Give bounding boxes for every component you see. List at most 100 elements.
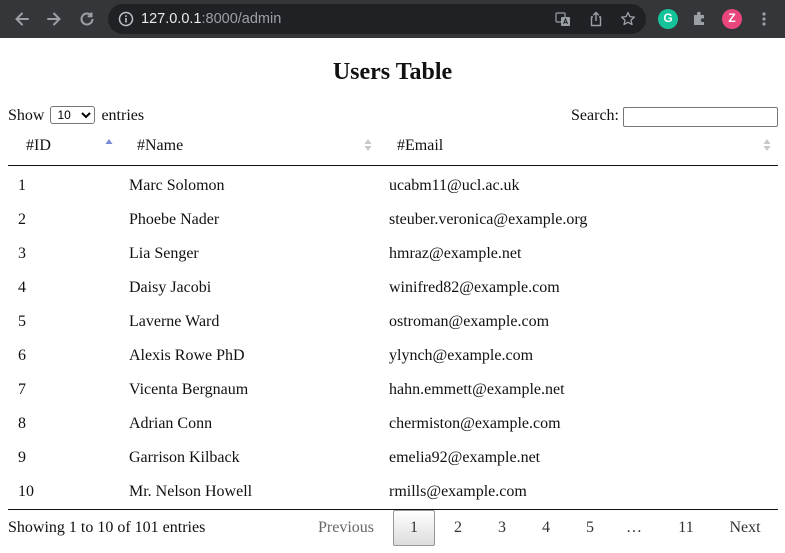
- page-title: Users Table: [332, 59, 453, 85]
- cell-id-text: 2: [18, 211, 26, 228]
- table-row: 4 Daisy Jacobi winifred82@example.com: [8, 271, 778, 305]
- cell-email-text: emelia92@example.net: [389, 449, 541, 466]
- cell-name: Daisy Jacobi: [119, 271, 379, 305]
- profile-avatar[interactable]: Z: [722, 9, 742, 29]
- cell-name: Vicenta Bergnaum: [119, 373, 379, 407]
- cell-email: chermiston@example.com: [379, 407, 778, 441]
- column-header-email[interactable]: #Email: [379, 128, 778, 166]
- next-page-button[interactable]: Next: [722, 510, 768, 546]
- forward-button[interactable]: [43, 8, 65, 30]
- column-header-label: #ID: [26, 137, 51, 154]
- page-length-control: Show 102550100 entries: [8, 106, 144, 126]
- page-button[interactable]: 5: [572, 510, 608, 546]
- column-header-label: #Name: [137, 137, 184, 154]
- cell-id: 6: [8, 339, 119, 373]
- search-control: Search:: [571, 106, 778, 127]
- table-row: 3 Lia Senger hmraz@example.net: [8, 237, 778, 271]
- table-row: 5 Laverne Ward ostroman@example.com: [8, 305, 778, 339]
- cell-name: Alexis Rowe PhD: [119, 339, 379, 373]
- cell-id-text: 1: [18, 177, 26, 194]
- cell-name-text: Lia Senger: [129, 245, 199, 262]
- table-row: 9 Garrison Kilback emelia92@example.net: [8, 441, 778, 475]
- cell-name-text: Marc Solomon: [129, 177, 225, 194]
- column-header-id[interactable]: #ID: [8, 128, 119, 166]
- cell-id-text: 3: [18, 245, 26, 262]
- cell-id-text: 5: [18, 313, 26, 330]
- kebab-menu-icon[interactable]: [756, 9, 772, 29]
- page-button[interactable]: 11: [666, 510, 706, 546]
- sort-both-icon: [763, 138, 771, 152]
- cell-email-text: ucabm11@ucl.ac.uk: [389, 177, 520, 194]
- cell-id-text: 8: [18, 415, 26, 432]
- cell-name-text: Vicenta Bergnaum: [129, 381, 249, 398]
- cell-name: Garrison Kilback: [119, 441, 379, 475]
- puzzle-icon[interactable]: [690, 9, 710, 29]
- page-button[interactable]: 4: [528, 510, 564, 546]
- cell-id-text: 10: [18, 483, 34, 500]
- cell-id-text: 4: [18, 279, 26, 296]
- table-header-row: #ID #Name #Email: [8, 128, 778, 166]
- cell-email-text: ostroman@example.com: [389, 313, 550, 330]
- cell-email: ostroman@example.com: [379, 305, 778, 339]
- cell-name: Adrian Conn: [119, 407, 379, 441]
- cell-email: winifred82@example.com: [379, 271, 778, 305]
- previous-page-button[interactable]: Previous: [310, 510, 382, 546]
- cell-id-text: 9: [18, 449, 26, 466]
- table-row: 6 Alexis Rowe PhD ylynch@example.com: [8, 339, 778, 373]
- cell-name-text: Mr. Nelson Howell: [129, 483, 253, 500]
- cell-id: 2: [8, 203, 119, 237]
- table-row: 1 Marc Solomon ucabm11@ucl.ac.uk: [8, 169, 778, 203]
- cell-id: 3: [8, 237, 119, 271]
- cell-id: 1: [8, 169, 119, 203]
- table-row: 2 Phoebe Nader steuber.veronica@example.or…: [8, 203, 778, 237]
- star-icon[interactable]: [620, 11, 636, 27]
- share-icon[interactable]: [588, 11, 604, 27]
- address-bar[interactable]: 127.0.0.1:8000/admin: [108, 4, 646, 34]
- cell-email-text: hahn.emmett@example.net: [389, 381, 565, 398]
- cell-id: 9: [8, 441, 119, 475]
- cell-name: Phoebe Nader: [119, 203, 379, 237]
- cell-email: hmraz@example.net: [379, 237, 778, 271]
- page-button-current[interactable]: 1: [393, 510, 435, 546]
- column-header-name[interactable]: #Name: [119, 128, 379, 166]
- url-host: 127.0.0.1: [141, 11, 202, 27]
- cell-name-text: Laverne Ward: [129, 313, 220, 330]
- page-button[interactable]: 3: [484, 510, 520, 546]
- cell-email-text: rmills@example.com: [389, 483, 527, 500]
- profile-initial: Z: [728, 11, 736, 25]
- cell-email-text: chermiston@example.com: [389, 415, 561, 432]
- cell-id: 5: [8, 305, 119, 339]
- cell-id-text: 6: [18, 347, 26, 364]
- cell-email: ucabm11@ucl.ac.uk: [379, 169, 778, 203]
- table-row: 8 Adrian Conn chermiston@example.com: [8, 407, 778, 441]
- arrow-right-icon: [47, 12, 61, 26]
- reload-button[interactable]: [76, 8, 98, 30]
- url-path: :8000/admin: [201, 11, 282, 27]
- cell-email: hahn.emmett@example.net: [379, 373, 778, 407]
- page-button[interactable]: 2: [440, 510, 476, 546]
- sort-both-icon: [364, 138, 372, 152]
- info-icon[interactable]: [118, 11, 134, 27]
- grammarly-extension-icon[interactable]: G: [658, 9, 678, 29]
- column-header-label: #Email: [397, 137, 444, 154]
- cell-id-text: 7: [18, 381, 26, 398]
- cell-name: Mr. Nelson Howell: [119, 475, 379, 510]
- cell-email-text: steuber.veronica@example.org: [389, 211, 588, 228]
- reload-icon: [80, 12, 94, 26]
- cell-email-text: ylynch@example.com: [389, 347, 534, 364]
- cell-id: 7: [8, 373, 119, 407]
- cell-id: 4: [8, 271, 119, 305]
- cell-name: Marc Solomon: [119, 169, 379, 203]
- cell-name-text: Alexis Rowe PhD: [129, 347, 245, 364]
- back-button[interactable]: [11, 8, 33, 30]
- grammarly-letter: G: [663, 11, 673, 25]
- users-table: #ID #Name #Email 1 Marc Solomon ucabm11@uc…: [8, 128, 778, 510]
- search-input[interactable]: [623, 106, 778, 127]
- cell-email-text: hmraz@example.net: [389, 245, 522, 262]
- cell-name-text: Garrison Kilback: [129, 449, 240, 466]
- cell-name-text: Adrian Conn: [129, 415, 213, 432]
- page-length-select[interactable]: 102550100: [50, 106, 96, 124]
- cell-name: Laverne Ward: [119, 305, 379, 339]
- url-text: 127.0.0.1:8000/admin: [141, 11, 281, 27]
- translate-icon[interactable]: [555, 11, 571, 27]
